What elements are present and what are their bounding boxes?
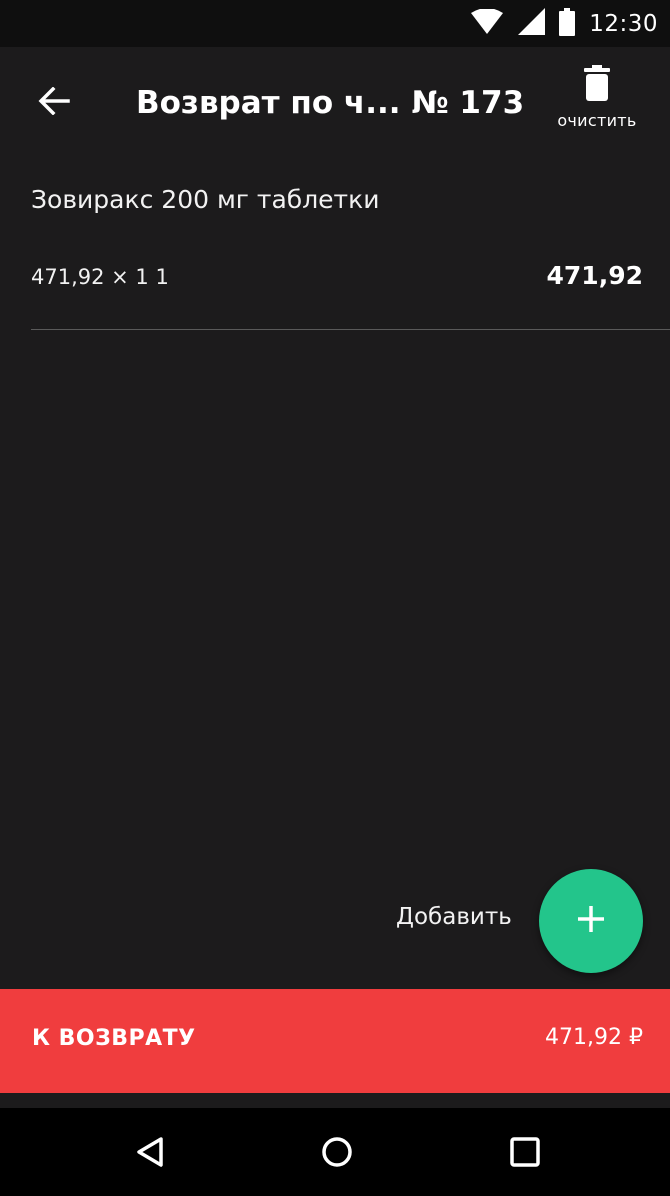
bottom-strip [0, 1093, 670, 1108]
item-price-quantity: 471,92 × 1 1 [31, 265, 169, 289]
add-label[interactable]: Добавить [396, 904, 512, 930]
add-fab-button[interactable] [539, 869, 643, 973]
back-triangle-icon [135, 1136, 165, 1172]
nav-recents-button[interactable] [493, 1122, 557, 1186]
return-label: К ВОЗВРАТУ [32, 1026, 196, 1051]
back-button[interactable] [26, 75, 82, 131]
status-icons: 12:30 [470, 0, 658, 47]
back-arrow-icon [38, 86, 70, 119]
page-title: Возврат по ч... № 173 [136, 85, 525, 121]
navigation-bar [0, 1108, 670, 1196]
list-item[interactable]: Зовиракс 200 мг таблетки 471,92 × 1 1 47… [0, 157, 670, 330]
app-bar: Возврат по ч... № 173 очистить [0, 47, 670, 157]
clear-button[interactable]: очистить [542, 65, 652, 145]
home-circle-icon [321, 1136, 353, 1172]
nav-back-button[interactable] [118, 1122, 182, 1186]
nav-home-button[interactable] [305, 1122, 369, 1186]
status-time: 12:30 [589, 10, 658, 37]
item-divider [31, 329, 670, 330]
item-total: 471,92 [546, 261, 643, 290]
return-amount: 471,92 ₽ [545, 1025, 643, 1050]
recents-square-icon [509, 1136, 541, 1172]
clear-label: очистить [557, 111, 637, 130]
wifi-icon [470, 7, 504, 39]
trash-icon [584, 65, 610, 105]
screen: 12:30 Возврат по ч... № 173 очистить Зов… [0, 0, 670, 1196]
plus-icon [576, 904, 606, 938]
status-bar: 12:30 [0, 0, 670, 47]
return-button[interactable]: К ВОЗВРАТУ 471,92 ₽ [0, 989, 670, 1093]
signal-icon [518, 8, 546, 39]
item-name: Зовиракс 200 мг таблетки [31, 185, 380, 214]
battery-icon [559, 7, 576, 40]
